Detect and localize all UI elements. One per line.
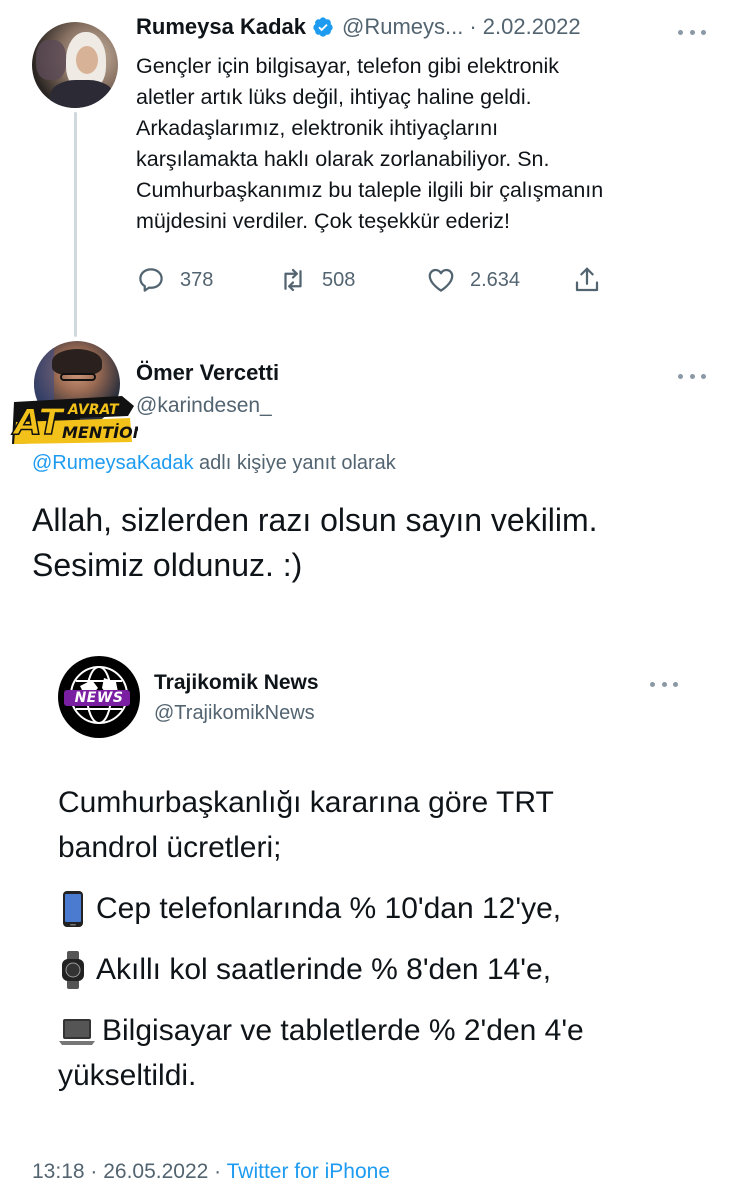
replying-to-suffix: adlı kişiye yanıt olarak — [193, 452, 396, 474]
svg-text:AT: AT — [11, 402, 65, 443]
reply-line: Sesimiz oldunuz. :) — [32, 547, 303, 583]
heart-icon — [428, 268, 454, 292]
quoted-header: Trajikomik News — [154, 671, 319, 695]
retweet-icon — [284, 268, 302, 292]
quoted-item-text: Akıllı kol saatlerinde % 8'den 14'e, — [96, 953, 552, 986]
tweet-actions: 378 508 2.634 — [136, 262, 616, 298]
share-button[interactable] — [572, 262, 616, 298]
reply-count: 378 — [180, 268, 214, 291]
atavrat-mention-watermark: AT AVRAT MENTİON — [10, 396, 138, 444]
quoted-line: bandrol ücretleri; — [58, 831, 282, 864]
news-logo-text: NEWS — [74, 690, 124, 706]
tweet-line: Gençler için bilgisayar, telefon gibi el… — [136, 54, 560, 78]
verified-badge-icon — [313, 17, 333, 37]
reply-more-options-icon[interactable] — [678, 372, 706, 380]
avatar-rumeysa[interactable] — [32, 22, 118, 108]
source-link[interactable]: Twitter for iPhone — [227, 1160, 390, 1183]
retweet-button[interactable]: 508 — [278, 262, 355, 298]
tweet-text: Gençler için bilgisayar, telefon gibi el… — [136, 51, 716, 237]
tweet-line: Cumhurbaşkanımız bu taleple ilgili bir ç… — [136, 178, 604, 202]
tweet-line: karşılamakta haklı olarak zorlanabiliyor… — [136, 147, 550, 171]
tweet-footer: 13:18 · 26.05.2022 · Twitter for iPhone — [32, 1160, 390, 1184]
quoted-author-handle: @TrajikomikNews — [154, 702, 315, 724]
smartwatch-icon — [58, 950, 90, 990]
quoted-more-options-icon — [650, 680, 678, 688]
reply-line: Allah, sizlerden razı olsun sayın vekili… — [32, 502, 598, 538]
reply-button[interactable]: 378 — [136, 262, 213, 298]
tweet-date[interactable]: · 2.02.2022 — [469, 14, 580, 40]
thread-line — [74, 112, 77, 337]
retweet-count: 508 — [322, 268, 356, 291]
author-name[interactable]: Rumeysa Kadak — [136, 14, 306, 40]
mobile-phone-icon — [58, 889, 90, 929]
laptop-icon — [58, 1011, 96, 1051]
share-icon — [575, 267, 599, 292]
svg-text:AVRAT: AVRAT — [67, 402, 120, 418]
more-options-icon[interactable] — [678, 28, 706, 36]
reply-author-handle[interactable]: @karindesen_ — [136, 394, 272, 418]
quoted-item-text: Bilgisayar ve tabletlerde % 2'den 4'e — [102, 1014, 584, 1047]
author-handle[interactable]: @Rumeys... — [342, 14, 463, 40]
quoted-item-text: Cep telefonlarında % 10'dan 12'ye, — [96, 892, 562, 925]
quoted-item: Akıllı kol saatlerinde % 8'den 14'e, — [58, 947, 698, 992]
quoted-item: Cep telefonlarında % 10'dan 12'ye, — [58, 886, 698, 931]
timestamp[interactable]: 13:18 · 26.05.2022 · — [32, 1160, 227, 1183]
quoted-item: Bilgisayar ve tabletlerde % 2'den 4'e — [58, 1008, 698, 1053]
replying-to-link[interactable]: @RumeysaKadak — [32, 452, 193, 474]
quoted-line: Cumhurbaşkanlığı kararına göre TRT — [58, 786, 554, 819]
reply-icon — [139, 268, 163, 292]
reply-author-name[interactable]: Ömer Vercetti — [136, 360, 279, 386]
tweet-line: aletler artık lüks değil, ihtiyaç haline… — [136, 85, 532, 109]
like-count: 2.634 — [470, 268, 521, 291]
quoted-tail: yükseltildi. — [58, 1059, 197, 1092]
tweet-line: müjdesini verdiler. Çok teşekkür ederiz! — [136, 209, 511, 233]
replying-to: @RumeysaKadak adlı kişiye yanıt olarak — [32, 452, 396, 475]
attached-image[interactable]: NEWS Trajikomik News @TrajikomikNews Cum… — [30, 628, 704, 1128]
reply-text: Allah, sizlerden razı olsun sayın vekili… — [32, 498, 712, 588]
like-button[interactable]: 2.634 — [426, 262, 520, 298]
tweet-line: Arkadaşlarımız, elektronik ihtiyaçlarını — [136, 116, 499, 140]
avatar-trajikomik[interactable]: NEWS — [58, 656, 140, 738]
svg-text:MENTİON: MENTİON — [62, 423, 138, 442]
quoted-author-name: Trajikomik News — [154, 671, 319, 694]
tweet-header: Rumeysa Kadak @Rumeys... · 2.02.2022 — [136, 14, 581, 40]
quoted-text: Cumhurbaşkanlığı kararına göre TRT bandr… — [58, 780, 698, 1098]
reply-header: Ömer Vercetti — [136, 360, 279, 386]
